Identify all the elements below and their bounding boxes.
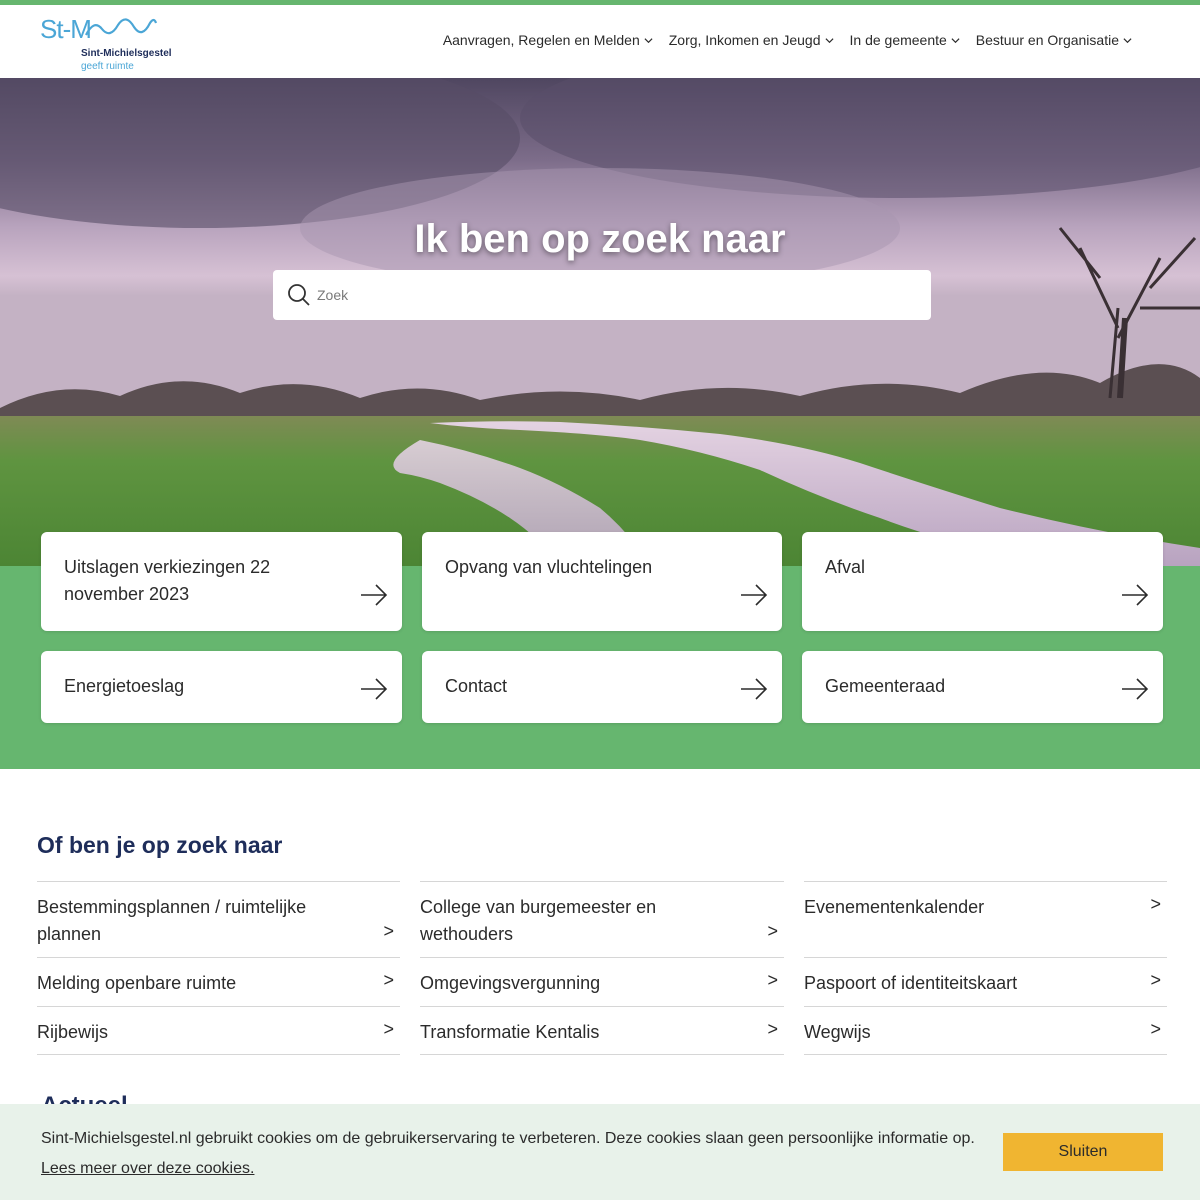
tile-label: Opvang van vluchtelingen	[445, 557, 653, 577]
list-item-label: Melding openbare ruimte	[37, 973, 237, 993]
nav-item-gemeente[interactable]: In de gemeente	[850, 32, 960, 48]
tile-label: Contact	[445, 676, 508, 696]
hero-banner: Ik ben op zoek naar	[0, 78, 1200, 566]
nav-item-zorg[interactable]: Zorg, Inkomen en Jeugd	[669, 32, 834, 48]
arrow-right-icon	[741, 584, 768, 606]
list-item[interactable]: Omgevingsvergunning >	[420, 957, 784, 1006]
nav-item-aanvragen[interactable]: Aanvragen, Regelen en Melden	[443, 32, 653, 48]
list-item-label: Omgevingsvergunning	[420, 973, 601, 993]
cookie-text-block: Sint-Michielsgestel.nl gebruikt cookies …	[41, 1124, 991, 1184]
quicklinks-title: Of ben je op zoek naar	[37, 832, 283, 858]
chevron-right-icon: >	[767, 970, 778, 990]
search-input[interactable]	[317, 282, 907, 308]
chevron-down-icon	[644, 37, 653, 43]
chevron-right-icon: >	[1150, 1019, 1161, 1039]
list-item[interactable]: College van burgemeester en wethouders >	[420, 881, 784, 957]
cookie-more-link[interactable]: Lees meer over deze cookies.	[41, 1160, 254, 1177]
list-item[interactable]: Transformatie Kentalis >	[420, 1006, 784, 1055]
chevron-down-icon	[824, 37, 834, 43]
chevron-right-icon: >	[1150, 894, 1161, 914]
site-header: St-M Sint-Michielsgestel geeft ruimte Aa…	[0, 5, 1200, 78]
chevron-right-icon: >	[383, 970, 394, 990]
tile-label: Gemeenteraad	[825, 676, 946, 696]
list-item-label: Evenementenkalender	[804, 897, 985, 917]
list-item[interactable]: Bestemmingsplannen / ruimtelijke plannen…	[37, 881, 400, 957]
chevron-right-icon: >	[1150, 970, 1161, 990]
main-nav: Aanvragen, Regelen en Melden Zorg, Inkom…	[443, 32, 1132, 48]
nav-item-label: Bestuur en Organisatie	[975, 32, 1119, 48]
list-item-label: Paspoort of identiteitskaart	[804, 973, 1018, 993]
tile-label: Afval	[825, 557, 866, 577]
list-item[interactable]: Paspoort of identiteitskaart >	[804, 957, 1167, 1006]
tile-contact[interactable]: Contact	[422, 651, 782, 723]
logo-name: Sint-Michielsgestel	[81, 48, 172, 59]
tile-afval[interactable]: Afval	[802, 532, 1163, 631]
arrow-right-icon	[1122, 584, 1149, 606]
search-box	[273, 270, 931, 320]
chevron-down-icon	[951, 37, 960, 43]
chevron-right-icon: >	[383, 921, 394, 941]
list-item[interactable]: Rijbewijs >	[37, 1006, 400, 1055]
nav-item-bestuur[interactable]: Bestuur en Organisatie	[976, 32, 1132, 48]
tile-gemeenteraad[interactable]: Gemeenteraad	[802, 651, 1163, 723]
list-item[interactable]: Melding openbare ruimte >	[37, 957, 400, 1006]
hero-landscape-image	[0, 78, 1200, 566]
logo-wave-icon	[85, 18, 158, 36]
tile-energietoeslag[interactable]: Energietoeslag	[41, 651, 402, 723]
cookie-banner: Sint-Michielsgestel.nl gebruikt cookies …	[0, 1104, 1200, 1200]
arrow-right-icon	[361, 584, 388, 606]
arrow-right-icon	[741, 678, 768, 700]
chevron-down-icon	[1123, 37, 1132, 43]
list-item-label: Wegwijs	[804, 1022, 871, 1042]
search-icon[interactable]	[287, 283, 311, 307]
list-item[interactable]: Evenementenkalender >	[804, 881, 1167, 957]
chevron-right-icon: >	[767, 921, 778, 941]
tile-verkiezingen[interactable]: Uitslagen verkiezingen 22 november 2023	[41, 532, 402, 631]
tile-vluchtelingen[interactable]: Opvang van vluchtelingen	[422, 532, 782, 631]
list-item-label: Transformatie Kentalis	[420, 1022, 600, 1042]
list-item-label: Rijbewijs	[37, 1022, 109, 1042]
list-item-label: College van burgemeester en wethouders	[420, 897, 657, 944]
tile-label: Energietoeslag	[64, 676, 185, 696]
nav-item-label: In de gemeente	[849, 32, 947, 48]
arrow-right-icon	[361, 678, 388, 700]
chevron-right-icon: >	[383, 1019, 394, 1039]
cookie-close-button[interactable]: Sluiten	[1003, 1133, 1163, 1171]
cookie-message: Sint-Michielsgestel.nl gebruikt cookies …	[41, 1130, 975, 1147]
list-item[interactable]: Wegwijs >	[804, 1006, 1167, 1055]
hero-title: Ik ben op zoek naar	[414, 217, 786, 261]
list-item-label: Bestemmingsplannen / ruimtelijke plannen	[37, 897, 307, 944]
chevron-right-icon: >	[767, 1019, 778, 1039]
nav-item-label: Zorg, Inkomen en Jeugd	[668, 32, 821, 48]
logo-tagline: geeft ruimte	[81, 61, 134, 72]
tile-label: Uitslagen verkiezingen 22 november 2023	[64, 557, 271, 604]
arrow-right-icon	[1122, 678, 1149, 700]
nav-item-label: Aanvragen, Regelen en Melden	[442, 32, 640, 48]
